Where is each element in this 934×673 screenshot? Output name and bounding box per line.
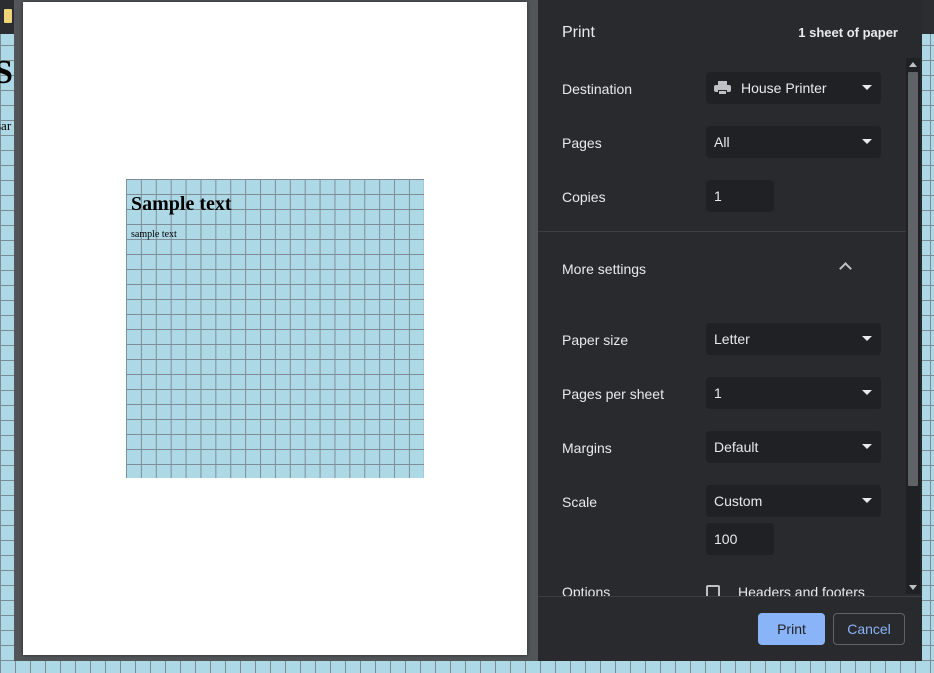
sheet-count: 1 sheet of paper — [798, 25, 898, 40]
background-page-heading: S — [0, 54, 13, 91]
background-page-subtext: sar — [0, 118, 12, 133]
scrollbar-thumb[interactable] — [908, 72, 918, 486]
more-settings-label: More settings — [562, 261, 647, 277]
scale-row: Scale Custom — [562, 485, 892, 519]
paper-size-row: Paper size Letter — [562, 323, 892, 357]
headers-footers-label: Headers and footers — [738, 584, 865, 596]
scale-select[interactable]: Custom — [706, 485, 881, 517]
copies-input[interactable]: 1 — [706, 180, 774, 212]
pages-per-sheet-value: 1 — [714, 385, 722, 401]
destination-value: House Printer — [741, 80, 827, 96]
pages-per-sheet-label: Pages per sheet — [562, 386, 664, 402]
cancel-button[interactable]: Cancel — [833, 613, 905, 645]
dialog-footer: Print Cancel — [538, 596, 922, 661]
dropdown-arrow-icon — [862, 139, 872, 144]
margins-row: Margins Default — [562, 431, 892, 465]
copies-label: Copies — [562, 189, 606, 205]
margins-select[interactable]: Default — [706, 431, 881, 463]
options-label: Options — [562, 584, 611, 596]
print-dialog: Sample text sample text Print 1 sheet of… — [14, 0, 922, 661]
destination-label: Destination — [562, 81, 633, 97]
destination-select[interactable]: House Printer — [706, 72, 881, 104]
pages-row: Pages All — [562, 126, 892, 160]
scale-custom-row: 100 — [562, 523, 892, 557]
section-divider — [538, 231, 908, 232]
folder-icon — [4, 9, 12, 23]
scale-custom-input[interactable]: 100 — [706, 523, 774, 555]
print-button[interactable]: Print — [758, 613, 825, 645]
print-settings-panel: Print 1 sheet of paper Destination House… — [538, 0, 922, 661]
options-row: Options Headers and footers — [562, 583, 892, 596]
panel-title: Print — [562, 24, 595, 41]
dropdown-arrow-icon — [862, 498, 872, 503]
headers-footers-checkbox[interactable] — [706, 585, 720, 596]
scroll-down-arrow-icon[interactable] — [909, 585, 917, 590]
dropdown-arrow-icon — [862, 390, 872, 395]
scale-value: Custom — [714, 493, 763, 509]
preview-content-grid: Sample text sample text — [126, 179, 424, 478]
preview-title: Sample text — [131, 193, 232, 215]
dropdown-arrow-icon — [862, 85, 872, 90]
pages-value: All — [714, 134, 730, 150]
destination-row: Destination House Printer — [562, 72, 892, 106]
pages-per-sheet-select[interactable]: 1 — [706, 377, 881, 409]
dropdown-arrow-icon — [862, 444, 872, 449]
pages-select[interactable]: All — [706, 126, 881, 158]
print-preview-area: Sample text sample text — [14, 0, 538, 661]
settings-scrollbar[interactable] — [906, 58, 920, 594]
scale-label: Scale — [562, 494, 598, 510]
dropdown-arrow-icon — [862, 336, 872, 341]
margins-value: Default — [714, 439, 759, 455]
settings-scroll-area[interactable]: Destination House Printer Pages All Copi… — [538, 56, 922, 596]
pages-per-sheet-row: Pages per sheet 1 — [562, 377, 892, 411]
paper-size-label: Paper size — [562, 332, 629, 348]
copies-row: Copies 1 — [562, 180, 892, 214]
paper-size-value: Letter — [714, 331, 750, 347]
printer-icon — [714, 81, 731, 95]
preview-subtext: sample text — [131, 229, 177, 240]
margins-label: Margins — [562, 440, 612, 456]
paper-size-select[interactable]: Letter — [706, 323, 881, 355]
preview-page: Sample text sample text — [23, 2, 527, 655]
pages-label: Pages — [562, 135, 602, 151]
scroll-up-arrow-icon[interactable] — [909, 62, 917, 67]
